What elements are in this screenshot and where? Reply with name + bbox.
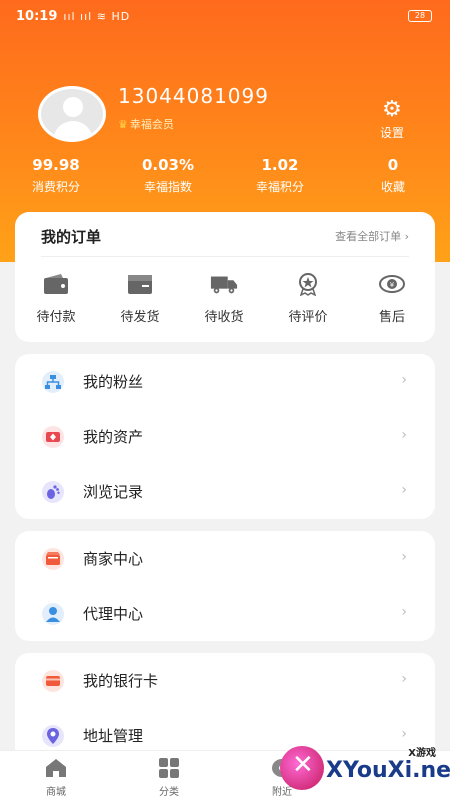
agent-icon (41, 602, 65, 626)
menu-group-2: 商家中心 › 代理中心 › (15, 531, 435, 641)
tab-category[interactable]: 分类 (139, 757, 199, 798)
user-phone: 13044081099 (118, 84, 269, 108)
menu-item-merchant-center[interactable]: 商家中心 › (15, 531, 435, 586)
orders-card: 我的订单 查看全部订单 › 待付款 待发货 待收货 待评价 ¥ 售后 (15, 212, 435, 342)
order-label: 售后 (378, 310, 405, 325)
menu-item-agent-center[interactable]: 代理中心 › (15, 586, 435, 641)
order-pending-review[interactable]: 待评价 (273, 272, 343, 325)
svg-text:¥: ¥ (390, 281, 395, 289)
stat-label: 消费积分 (31, 180, 80, 194)
watermark: ✕ X游戏 XYouXi.net (280, 740, 450, 800)
menu-item-my-fans[interactable]: 我的粉丝 › (15, 354, 435, 409)
box-icon (126, 272, 154, 296)
order-label: 待发货 (120, 310, 160, 325)
settings-button[interactable]: ⚙ 设置 (370, 98, 414, 141)
tab-label: 分类 (159, 787, 179, 798)
eye-money-icon: ¥ (378, 272, 406, 296)
view-all-orders-link[interactable]: 查看全部订单 › (335, 228, 409, 244)
stat-value: 99.98 (32, 156, 80, 174)
menu-label: 我的银行卡 (83, 672, 159, 690)
menu-item-browse-history[interactable]: 浏览记录 › (15, 464, 435, 519)
wallet-icon (42, 272, 70, 296)
order-pending-shipment[interactable]: 待发货 (105, 272, 175, 325)
menu-label: 代理中心 (83, 605, 144, 623)
avatar-body (53, 121, 93, 139)
order-pending-receipt[interactable]: 待收货 (189, 272, 259, 325)
watermark-brand-en: XYouXi.net (326, 758, 450, 783)
gamepad-icon: ✕ (292, 750, 314, 780)
stats-row: 99.98 消费积分 0.03% 幸福指数 1.02 幸福积分 0 收藏 (0, 156, 450, 196)
chevron-right-icon: › (401, 549, 407, 565)
avatar-head (63, 97, 83, 117)
order-pending-payment[interactable]: 待付款 (21, 272, 91, 325)
order-label: 待收货 (204, 310, 244, 325)
order-after-sales[interactable]: ¥ 售后 (357, 272, 427, 325)
divider (41, 256, 409, 257)
menu-label: 地址管理 (83, 727, 144, 745)
menu-label: 我的粉丝 (83, 373, 144, 391)
menu-label: 商家中心 (83, 550, 144, 568)
truck-icon (210, 272, 238, 296)
gear-icon: ⚙ (382, 97, 402, 122)
badge-icon (294, 272, 322, 296)
stat-value: 0 (387, 156, 399, 174)
avatar[interactable] (38, 86, 106, 142)
chevron-right-icon: › (401, 372, 407, 388)
shop-icon (41, 547, 65, 571)
stat-value: 0.03% (141, 156, 195, 174)
menu-label: 我的资产 (83, 428, 144, 446)
grid-icon (139, 757, 199, 779)
chevron-right-icon: › (401, 671, 407, 687)
tab-label: 商城 (46, 787, 66, 798)
footprint-icon (41, 480, 65, 504)
member-badge: ♛ 幸福会员 (118, 116, 174, 132)
member-level: 幸福会员 (129, 118, 174, 131)
watermark-brand-cn: X游戏 (408, 748, 436, 759)
battery-icon: 28 (408, 10, 432, 22)
chevron-right-icon: › (401, 482, 407, 498)
stat-label: 幸福指数 (143, 180, 192, 194)
menu-item-bank-card[interactable]: 我的银行卡 › (15, 653, 435, 708)
tab-mall[interactable]: 商城 (26, 757, 86, 798)
menu-item-my-assets[interactable]: 我的资产 › (15, 409, 435, 464)
settings-label: 设置 (379, 126, 404, 140)
stat-happiness-points[interactable]: 1.02 幸福积分 (230, 156, 330, 195)
orders-title: 我的订单 (41, 228, 102, 246)
stat-consume-points[interactable]: 99.98 消费积分 (6, 156, 106, 195)
order-label: 待付款 (36, 310, 76, 325)
org-chart-icon (41, 370, 65, 394)
order-label: 待评价 (288, 310, 328, 325)
stat-favorites[interactable]: 0 收藏 (343, 156, 443, 195)
signal-icon: ııl ııl (63, 9, 93, 23)
home-icon (26, 757, 86, 779)
stat-label: 收藏 (380, 180, 405, 194)
chevron-right-icon: › (401, 604, 407, 620)
network-type: HD (111, 9, 131, 23)
status-bar: 10:19 ııl ııl ≋ HD 28 (0, 0, 450, 32)
stat-label: 幸福积分 (255, 180, 304, 194)
menu-group-1: 我的粉丝 › 我的资产 › 浏览记录 › (15, 354, 435, 519)
location-icon (41, 724, 65, 748)
menu-label: 浏览记录 (83, 483, 144, 501)
wifi-icon: ≋ (92, 9, 112, 23)
card-icon (41, 669, 65, 693)
diamond-icon (41, 425, 65, 449)
stat-happiness-index[interactable]: 0.03% 幸福指数 (118, 156, 218, 195)
status-time: 10:19 (16, 8, 58, 24)
chevron-right-icon: › (401, 427, 407, 443)
crown-icon: ♛ (118, 118, 128, 131)
stat-value: 1.02 (261, 156, 299, 174)
